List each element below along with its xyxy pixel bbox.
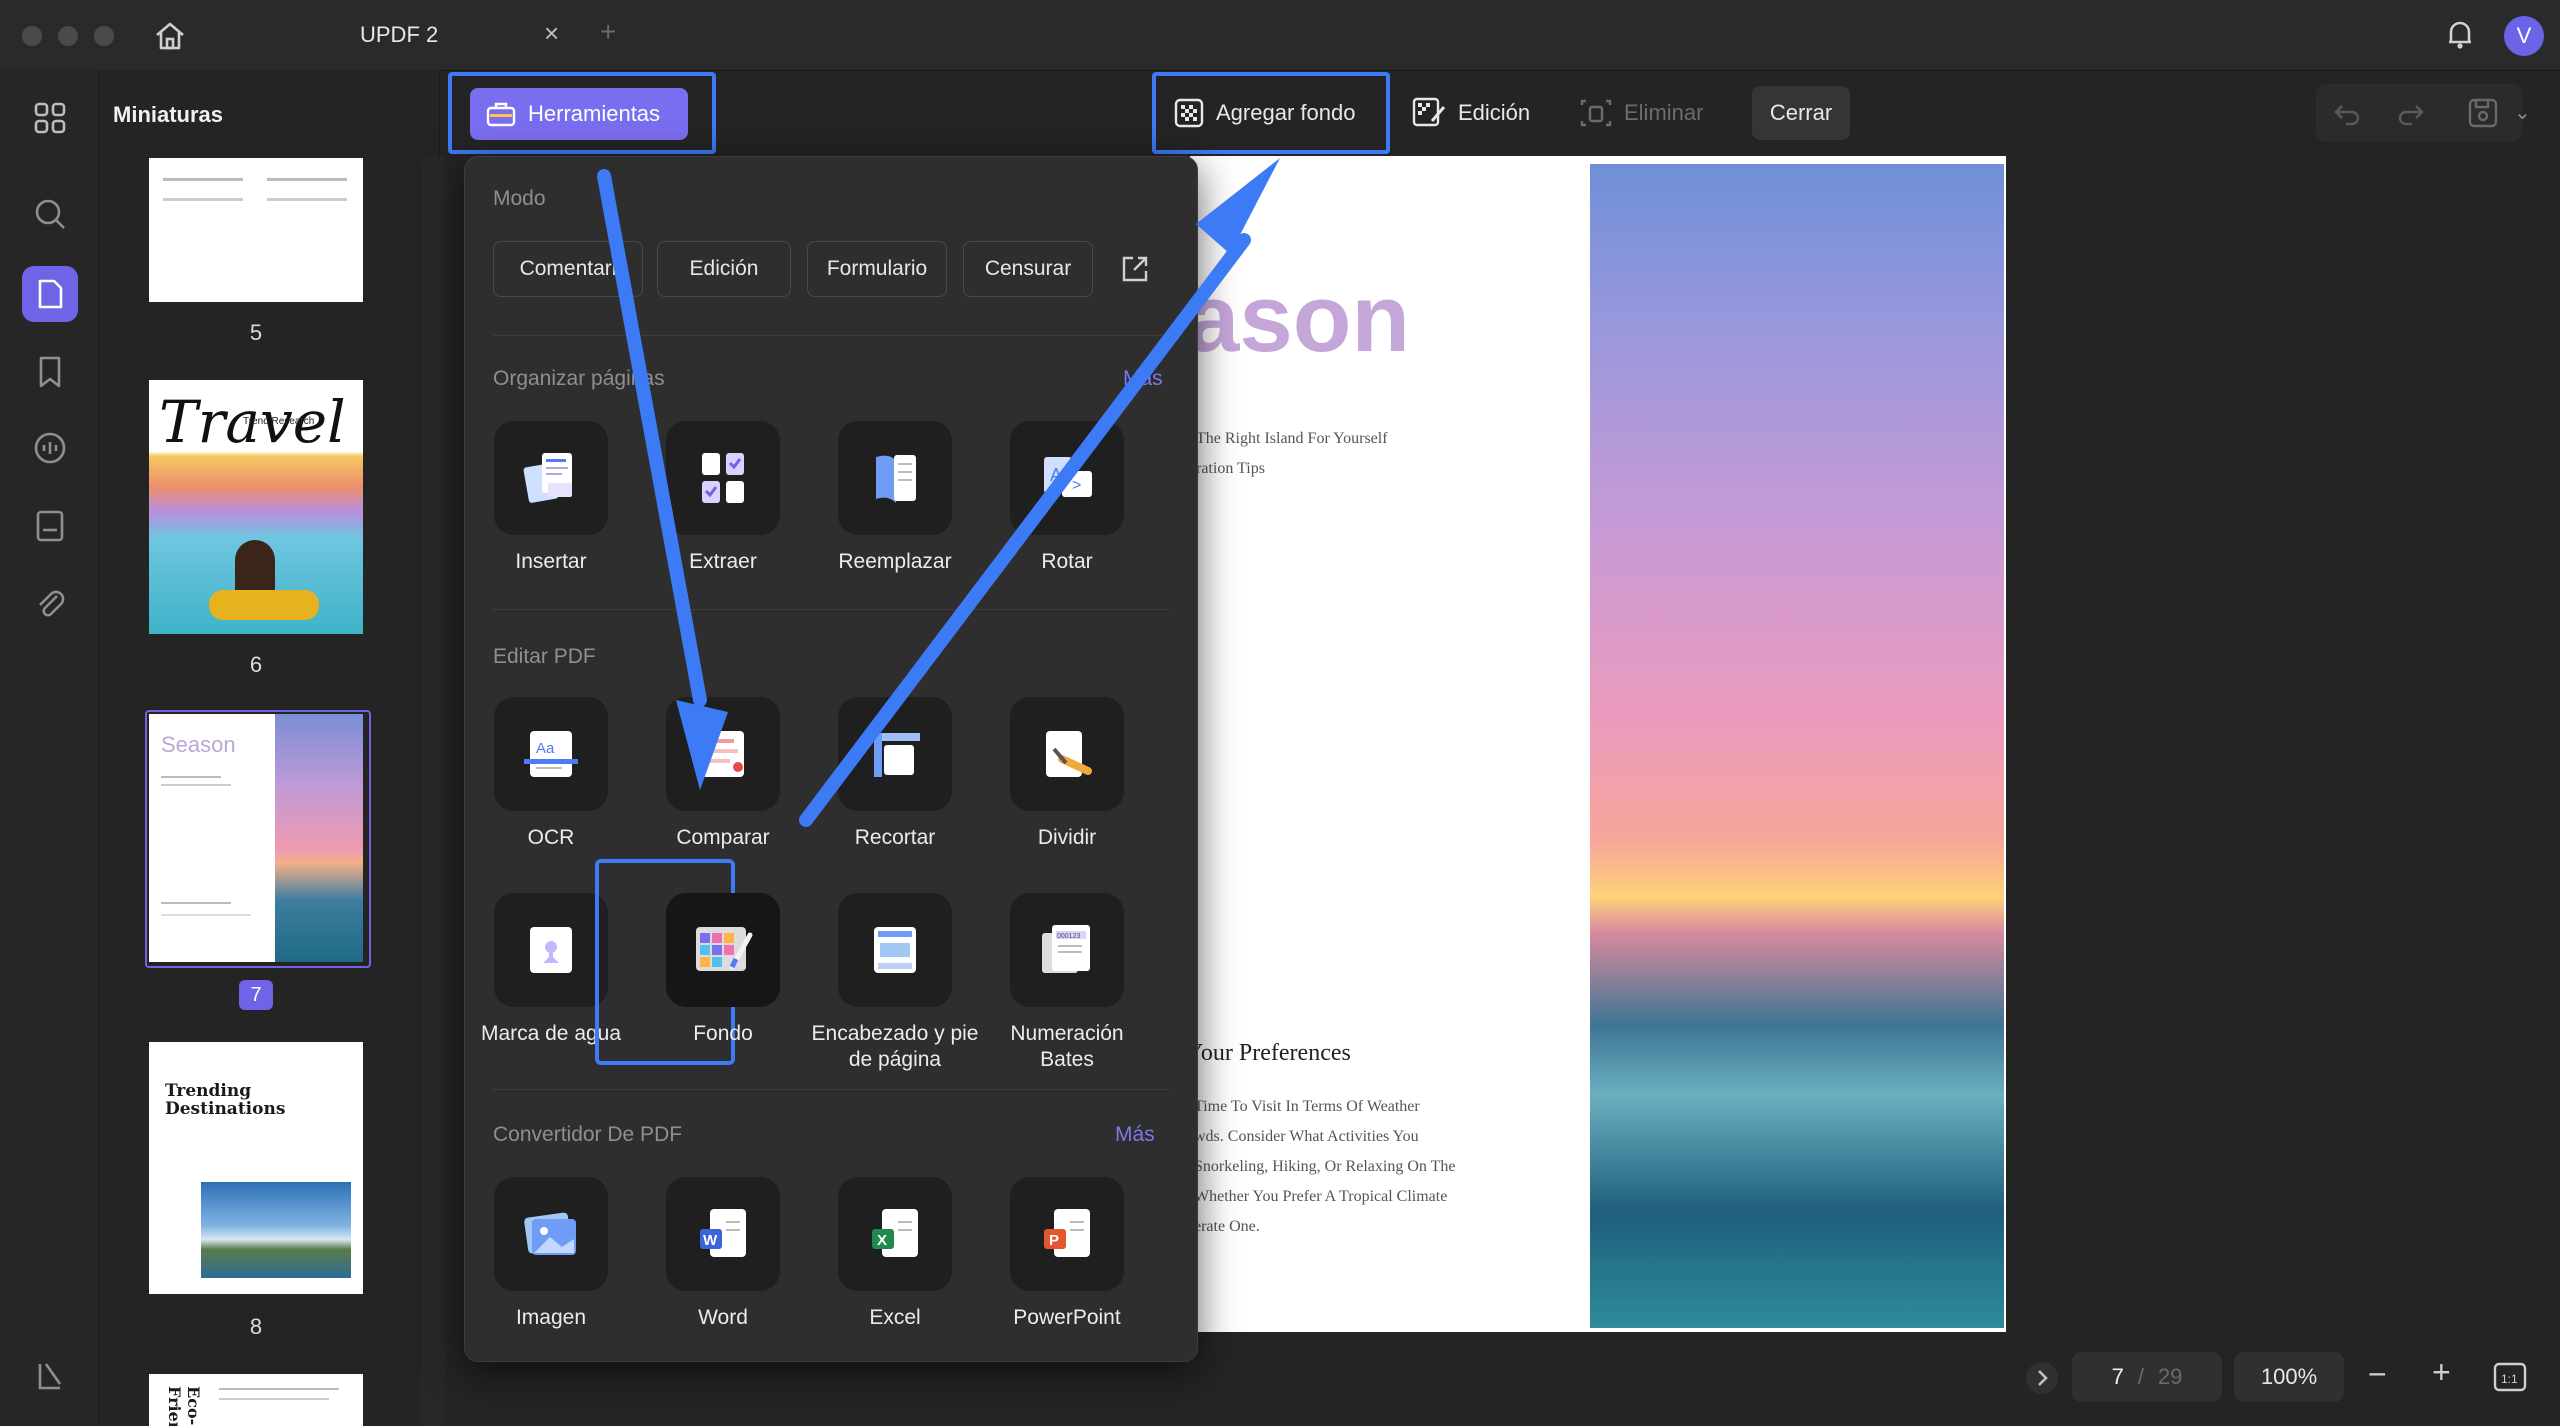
- zoom-out-icon[interactable]: −: [2368, 1356, 2387, 1393]
- total-pages: 29: [2157, 1364, 2183, 1389]
- zoom-in-icon[interactable]: +: [2432, 1354, 2451, 1391]
- zoom-level[interactable]: 100%: [2234, 1352, 2344, 1402]
- actual-size-icon[interactable]: 1:1: [2492, 1360, 2528, 1394]
- page-separator: /: [2137, 1364, 2144, 1389]
- chevron-right-icon[interactable]: [2024, 1360, 2060, 1396]
- annotation-arrows: [597, 158, 1280, 827]
- svg-text:1:1: 1:1: [2501, 1372, 2518, 1386]
- page-navigator[interactable]: 7 / 29: [2072, 1352, 2222, 1402]
- current-page[interactable]: 7: [2112, 1364, 2124, 1390]
